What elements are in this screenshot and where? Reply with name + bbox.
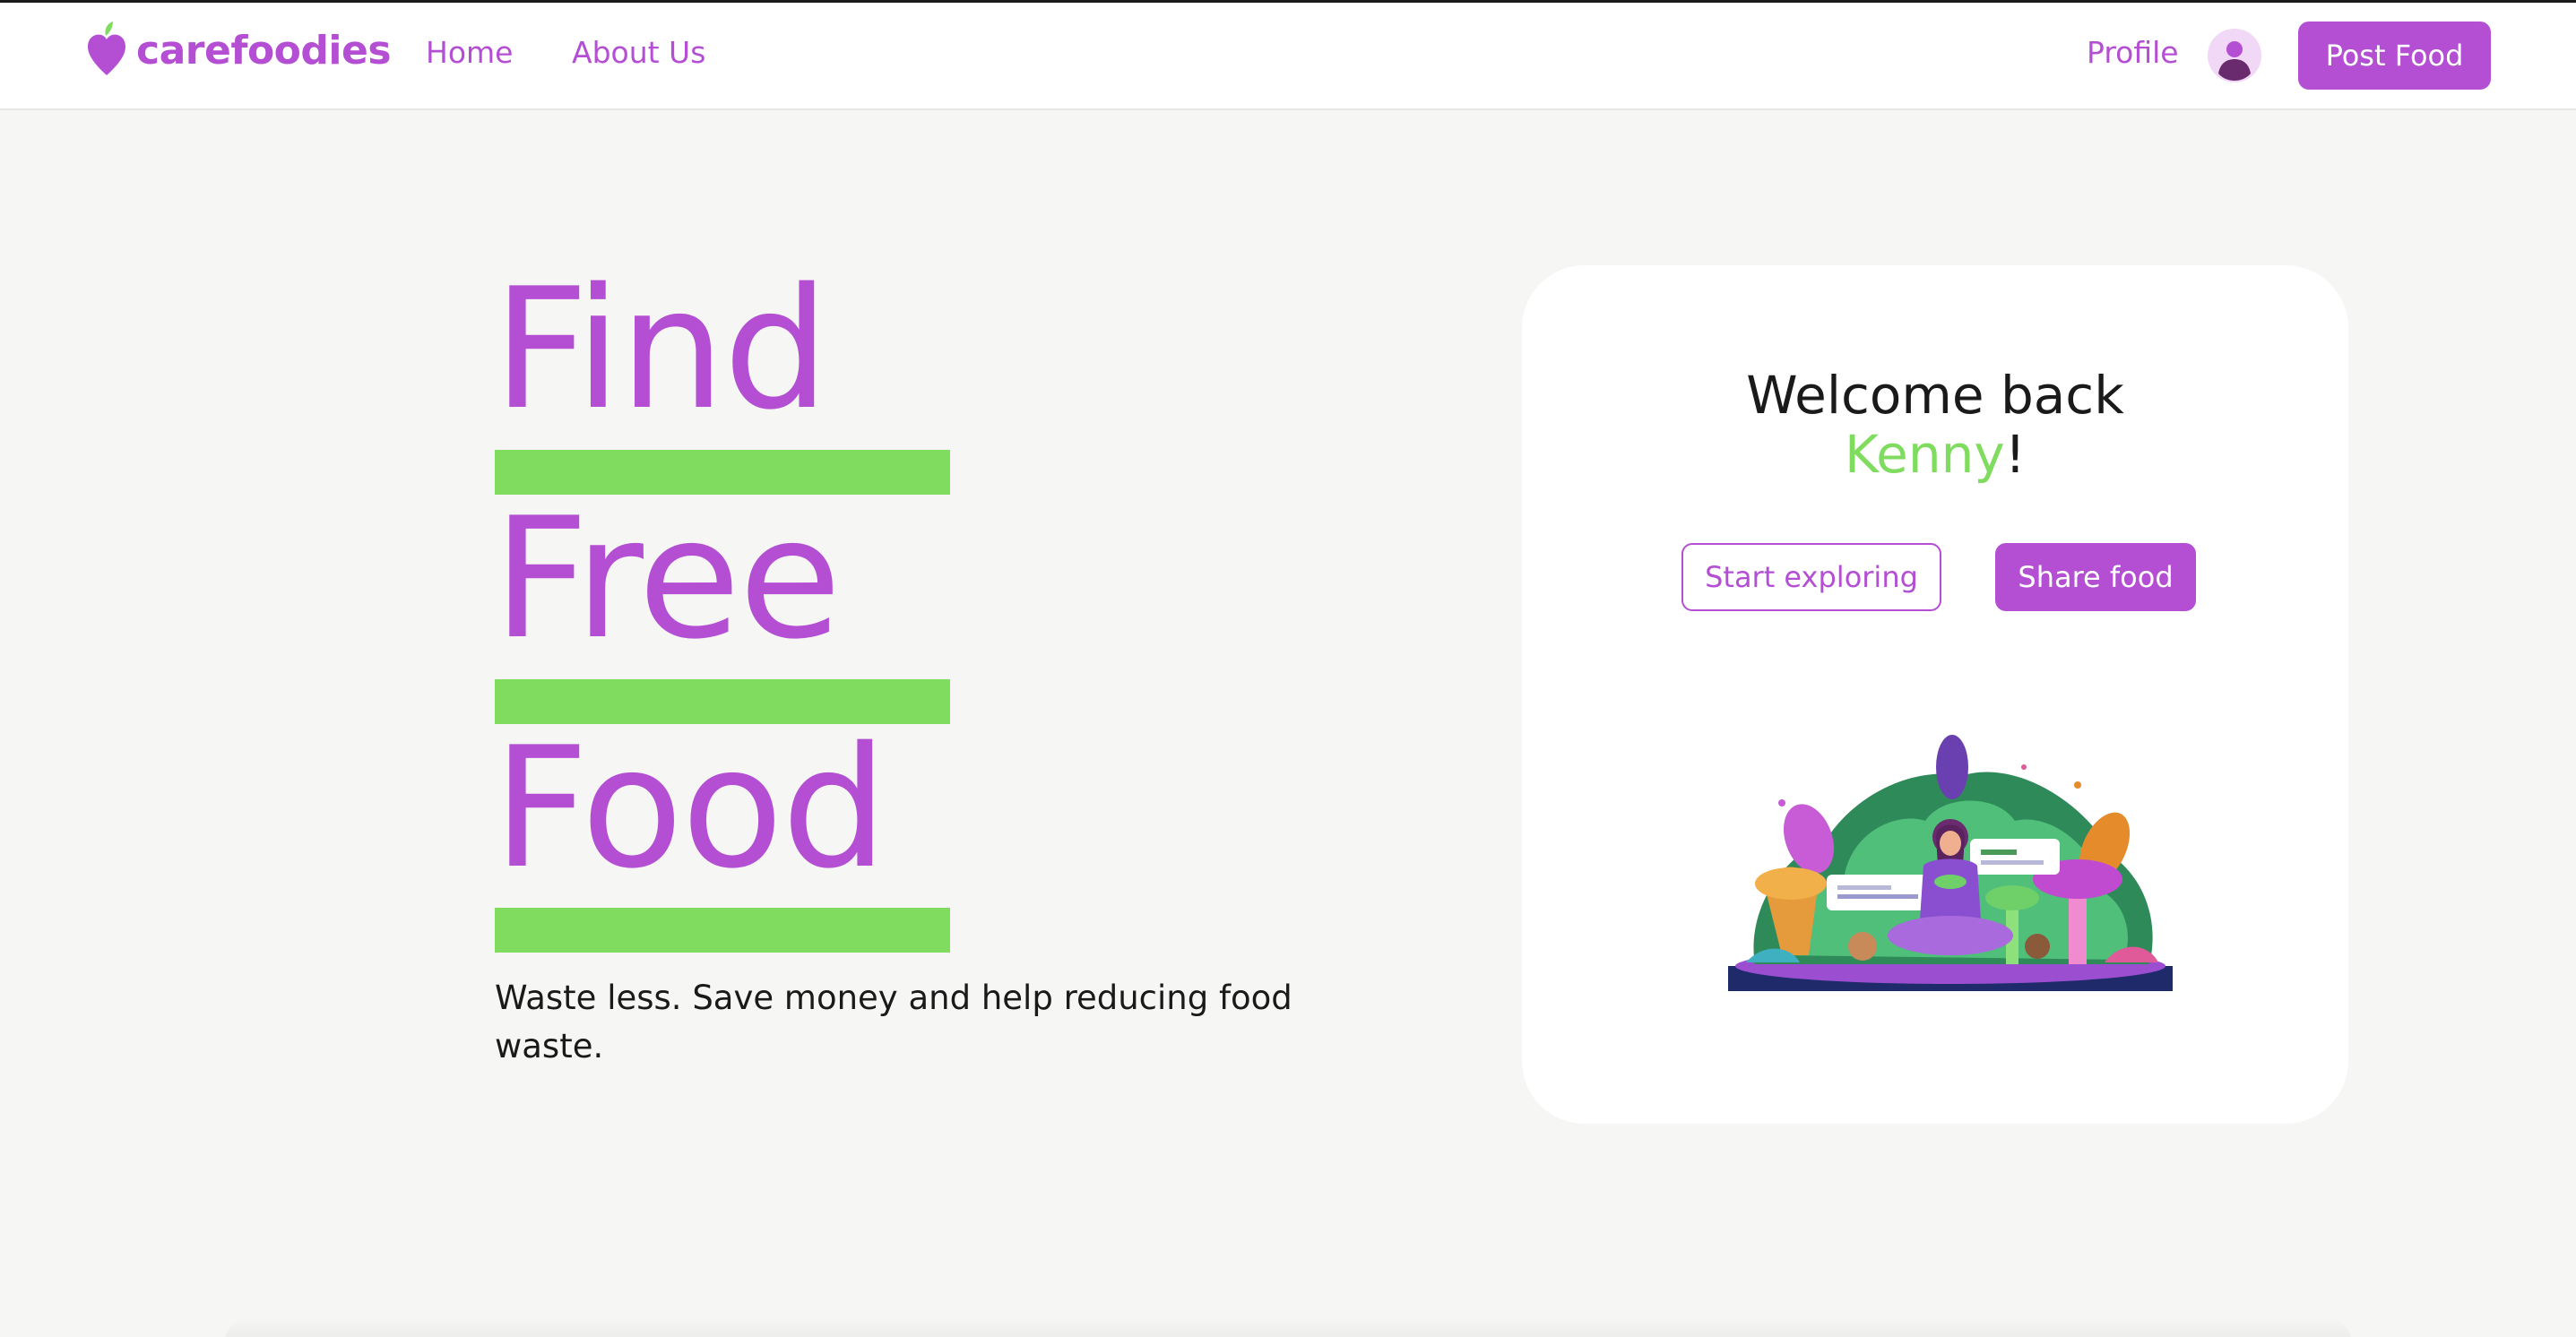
post-food-button[interactable]: Post Food xyxy=(2298,22,2491,90)
jungle-illustration xyxy=(1728,731,2173,991)
nav-about-link[interactable]: About Us xyxy=(572,35,705,70)
user-name: Kenny xyxy=(1845,424,2005,485)
footer-edge-shadow xyxy=(224,1317,2352,1337)
nav-profile-link[interactable]: Profile xyxy=(2087,35,2179,70)
share-food-button[interactable]: Share food xyxy=(1995,543,2196,611)
start-exploring-button[interactable]: Start exploring xyxy=(1681,543,1941,611)
brand-name: carefoodies xyxy=(136,27,392,73)
navbar: carefoodies Home About Us Profile Post F… xyxy=(0,3,2576,110)
hero-word-free: Free xyxy=(493,481,842,676)
hero-tagline: Waste less. Save money and help reducing… xyxy=(495,979,1292,1065)
user-avatar-icon[interactable] xyxy=(2208,29,2261,82)
logo[interactable]: carefoodies xyxy=(86,19,392,82)
welcome-punctuation: ! xyxy=(2004,424,2026,485)
apple-heart-icon xyxy=(86,20,127,81)
hero-word-find: Find xyxy=(493,252,829,446)
welcome-message: Welcome back Kenny! xyxy=(1522,366,2348,484)
underline-bar xyxy=(495,908,950,953)
welcome-prefix: Welcome back xyxy=(1746,365,2124,426)
hero-word-food: Food xyxy=(493,711,887,905)
welcome-card: Welcome back Kenny! Start exploring Shar… xyxy=(1522,265,2348,1124)
nav-home-link[interactable]: Home xyxy=(426,35,513,70)
